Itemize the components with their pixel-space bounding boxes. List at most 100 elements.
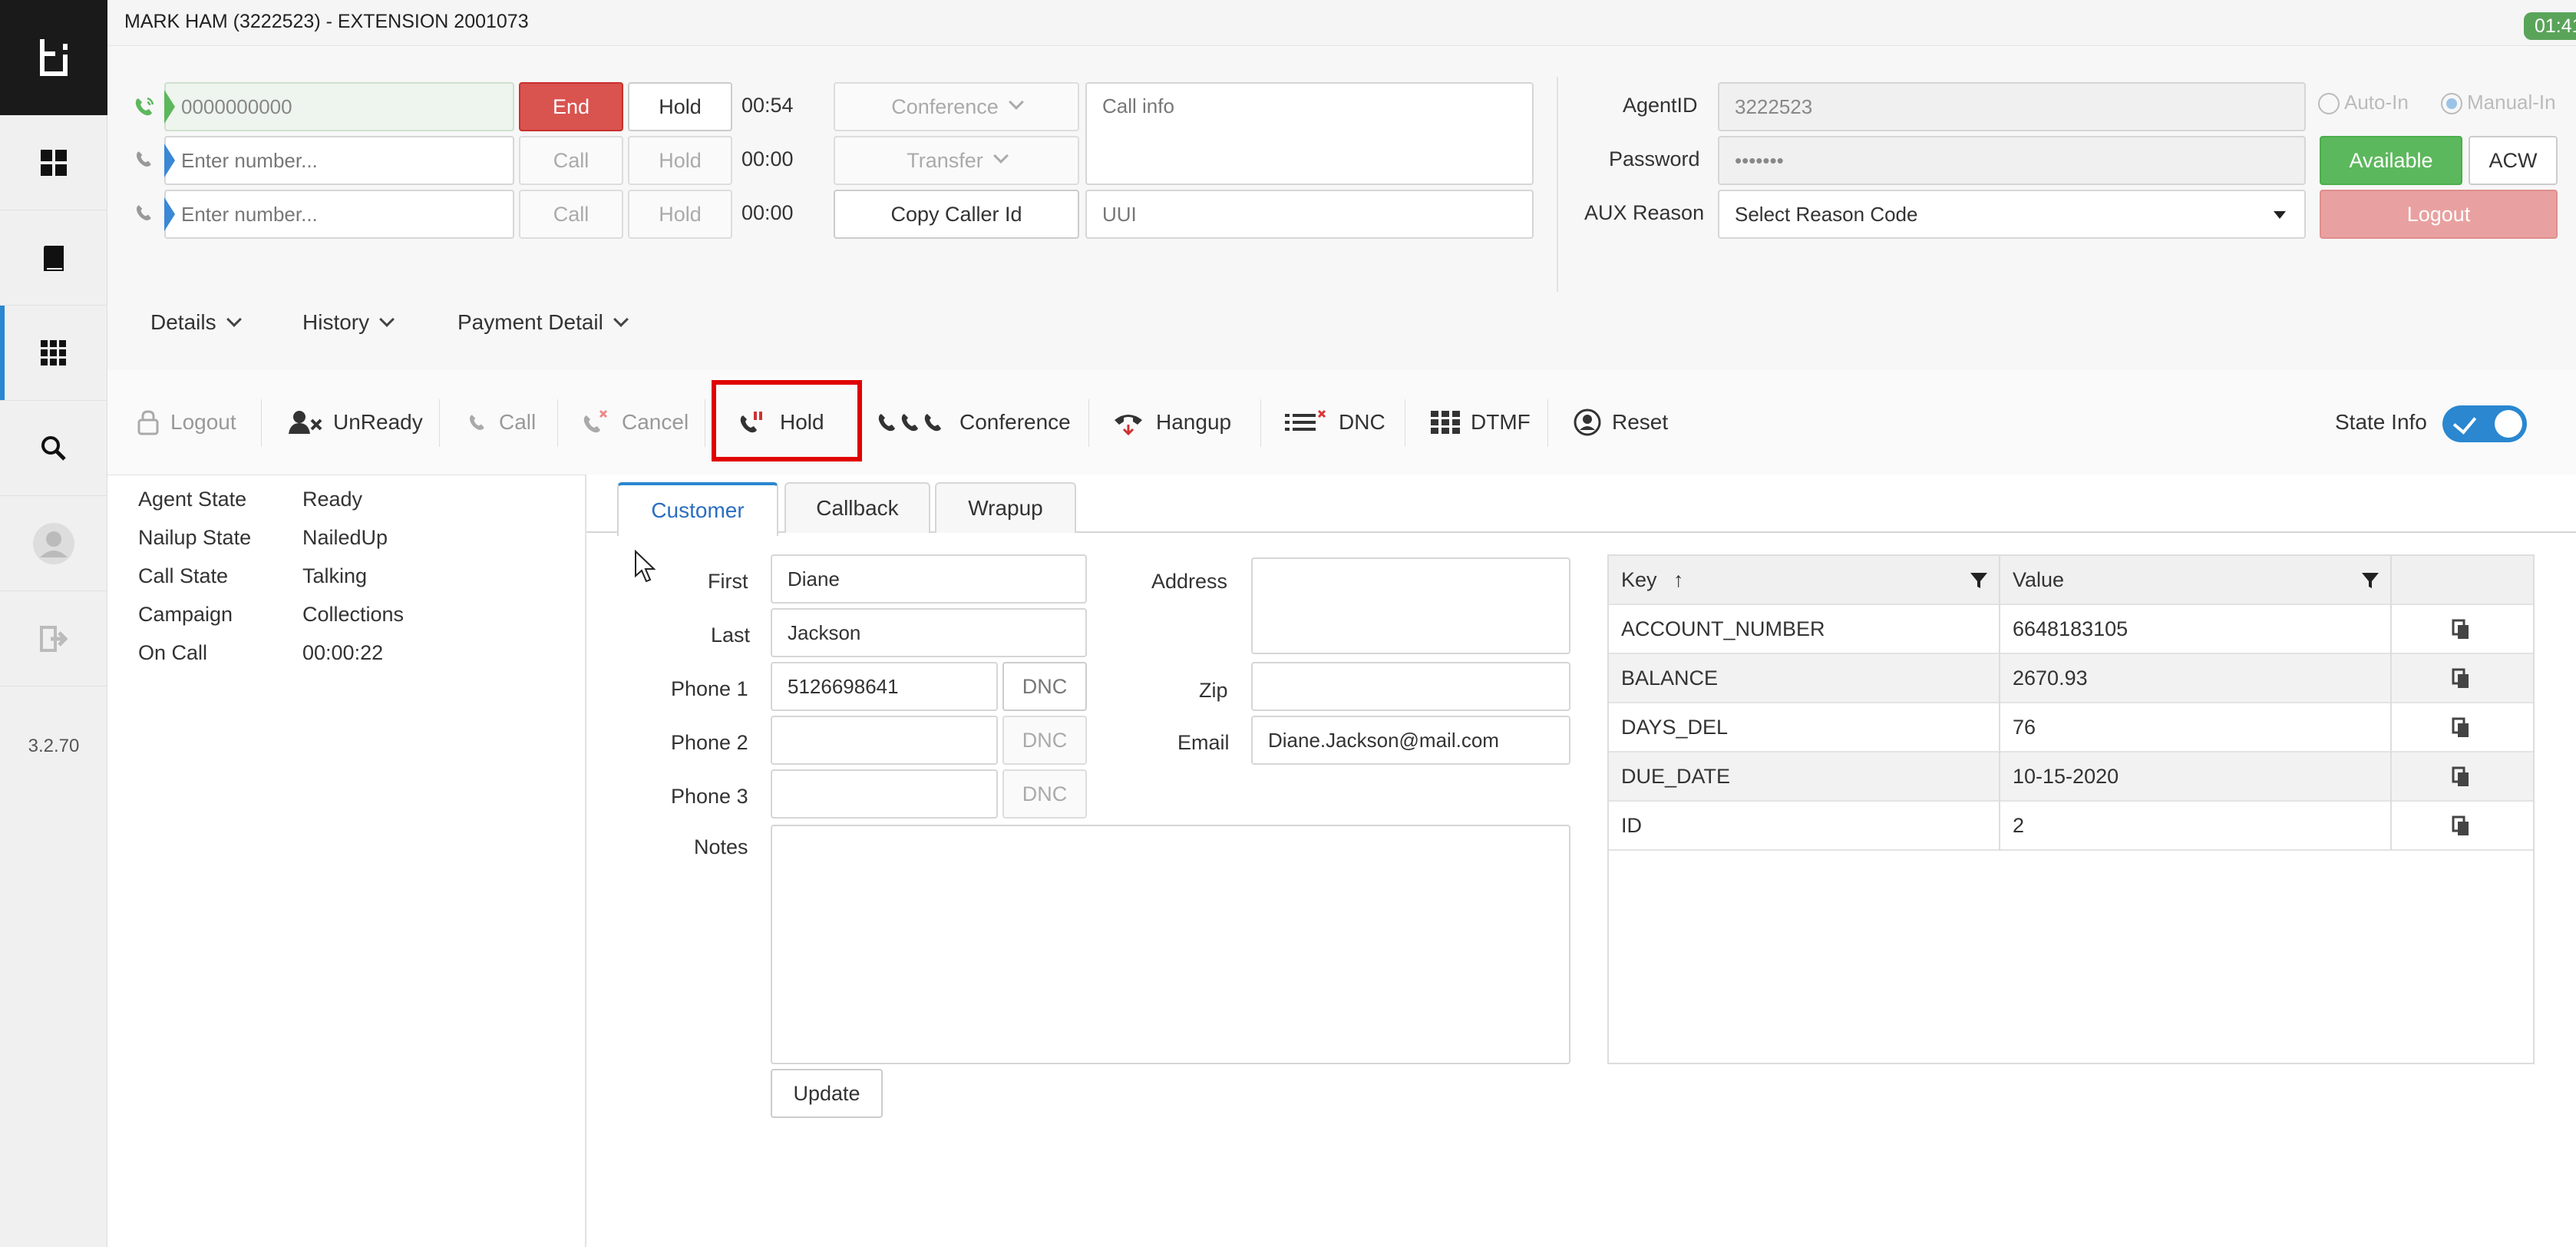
table-row: DUE_DATE 10-15-2020 bbox=[1609, 752, 2533, 802]
line2-number-input[interactable]: Enter number... bbox=[164, 136, 514, 185]
acw-button[interactable]: ACW bbox=[2469, 136, 2558, 185]
phone-icon bbox=[470, 415, 484, 430]
phone2-dnc-button[interactable]: DNC bbox=[1002, 716, 1087, 765]
toolbar-call-button[interactable]: Call bbox=[465, 399, 536, 445]
line3-hold-button[interactable]: Hold bbox=[628, 190, 732, 239]
nav-profile[interactable] bbox=[0, 496, 107, 591]
copy-icon[interactable] bbox=[2452, 717, 2470, 739]
nav-apps[interactable] bbox=[0, 306, 107, 401]
last-name-field[interactable]: Jackson bbox=[771, 608, 1087, 657]
first-name-label: First bbox=[708, 570, 748, 593]
session-timer-badge: 01:41 bbox=[2524, 12, 2576, 40]
password-field[interactable]: ••••••• bbox=[1718, 136, 2306, 185]
tab-callback[interactable]: Callback bbox=[784, 482, 930, 533]
manual-in-radio-circle bbox=[2441, 93, 2462, 115]
address-field[interactable] bbox=[1251, 557, 1570, 654]
call-state-value: Talking bbox=[302, 564, 368, 587]
zip-field[interactable] bbox=[1251, 662, 1570, 711]
toolbar-dtmf-button[interactable]: DTMF bbox=[1431, 399, 1531, 445]
phone-cancel-icon bbox=[583, 409, 608, 433]
tab-customer[interactable]: Customer bbox=[617, 482, 778, 536]
copy-icon[interactable] bbox=[2452, 668, 2470, 690]
agent-state-label: Agent State bbox=[138, 488, 247, 511]
user-x-icon bbox=[289, 411, 322, 434]
phone-icon bbox=[137, 205, 151, 220]
copy-icon[interactable] bbox=[2452, 815, 2470, 837]
grid-column-divider bbox=[1999, 556, 2000, 851]
toolbar-cancel-button[interactable]: Cancel bbox=[580, 399, 689, 445]
check-icon bbox=[2452, 410, 2477, 435]
phone3-field[interactable] bbox=[771, 769, 998, 819]
payment-detail-section-toggle[interactable]: Payment Detail bbox=[457, 310, 629, 335]
key-header-label: Key bbox=[1621, 568, 1657, 591]
end-call-button[interactable]: End bbox=[519, 82, 623, 131]
filter-icon[interactable] bbox=[1970, 571, 1988, 590]
toolbar-cancel-label: Cancel bbox=[622, 410, 689, 434]
copy-icon[interactable] bbox=[2452, 619, 2470, 640]
phone1-field[interactable]: 5126698641 bbox=[771, 662, 998, 711]
history-section-toggle[interactable]: History bbox=[302, 310, 395, 335]
grid-header-row: Key ↑ Value bbox=[1609, 556, 2533, 605]
first-name-field[interactable]: Diane bbox=[771, 554, 1087, 604]
line3-number-input[interactable]: Enter number... bbox=[164, 190, 514, 239]
phone2-field[interactable] bbox=[771, 716, 998, 765]
phone1-dnc-button[interactable]: DNC bbox=[1002, 662, 1087, 711]
toolbar-logout-button[interactable]: Logout bbox=[137, 399, 236, 445]
copy-icon[interactable] bbox=[2452, 766, 2470, 788]
campaign-value: Collections bbox=[302, 603, 405, 626]
aux-reason-select[interactable]: Select Reason Code bbox=[1718, 190, 2306, 239]
conference-phones-icon bbox=[878, 414, 941, 432]
toolbar-dnc-button[interactable]: DNC bbox=[1285, 399, 1385, 445]
available-button[interactable]: Available bbox=[2320, 136, 2462, 185]
tab-wrapup[interactable]: Wrapup bbox=[935, 482, 1076, 533]
uui-field[interactable]: UUI bbox=[1085, 190, 1534, 239]
toolbar-hangup-button[interactable]: Hangup bbox=[1111, 399, 1231, 445]
nav-book[interactable] bbox=[0, 210, 107, 306]
grid-key-cell: BALANCE bbox=[1621, 666, 1719, 690]
details-section-toggle[interactable]: Details bbox=[150, 310, 242, 335]
sidebar: 3.2.70 bbox=[0, 0, 107, 1247]
toolbar-reset-button[interactable]: Reset bbox=[1574, 399, 1668, 445]
grid-key-cell: ID bbox=[1621, 814, 1642, 837]
update-button[interactable]: Update bbox=[771, 1069, 883, 1118]
toolbar-conference-button[interactable]: Conference bbox=[877, 399, 1071, 445]
manual-in-label: Manual-In bbox=[2467, 91, 2556, 114]
grid-key-header[interactable]: Key ↑ bbox=[1609, 556, 1684, 604]
grid-value-cell: 10-15-2020 bbox=[2013, 765, 2119, 788]
toolbar-hangup-label: Hangup bbox=[1156, 410, 1232, 434]
nav-search[interactable] bbox=[0, 401, 107, 496]
line3-call-button[interactable]: Call bbox=[519, 190, 623, 239]
line2-hold-button[interactable]: Hold bbox=[628, 136, 732, 185]
line2-call-button[interactable]: Call bbox=[519, 136, 623, 185]
call-info-field[interactable]: Call info bbox=[1085, 82, 1534, 185]
notes-field[interactable] bbox=[771, 825, 1570, 1064]
transfer-dropdown[interactable]: Transfer bbox=[834, 136, 1079, 185]
conference-dropdown[interactable]: Conference bbox=[834, 82, 1079, 131]
book-icon bbox=[44, 245, 64, 271]
nav-dashboard[interactable] bbox=[0, 115, 107, 210]
agent-id-field[interactable]: 3222523 bbox=[1718, 82, 2306, 131]
phone3-dnc-button[interactable]: DNC bbox=[1002, 769, 1087, 819]
app-logo bbox=[0, 0, 107, 115]
copy-caller-id-button[interactable]: Copy Caller Id bbox=[834, 190, 1079, 239]
grid-value-cell: 6648183105 bbox=[2013, 617, 2129, 640]
filter-icon[interactable] bbox=[2361, 571, 2379, 590]
nav-signout[interactable] bbox=[0, 591, 107, 686]
email-field[interactable]: Diane.Jackson@mail.com bbox=[1251, 716, 1570, 765]
grid-value-cell: 2 bbox=[2013, 814, 2025, 837]
state-info-toggle[interactable] bbox=[2442, 405, 2527, 442]
grid-value-header[interactable]: Value bbox=[2000, 556, 2064, 604]
auto-in-radio[interactable]: Auto-In bbox=[2318, 91, 2409, 115]
details-label: Details bbox=[150, 310, 216, 334]
grid-key-cell: ACCOUNT_NUMBER bbox=[1621, 617, 1825, 640]
phone3-label: Phone 3 bbox=[671, 785, 748, 808]
manual-in-radio[interactable]: Manual-In bbox=[2441, 91, 2556, 115]
agent-logout-button[interactable]: Logout bbox=[2320, 190, 2558, 239]
address-label: Address bbox=[1151, 570, 1228, 593]
line1-number-input[interactable]: 0000000000 bbox=[164, 82, 514, 131]
line1-hold-button[interactable]: Hold bbox=[628, 82, 732, 131]
table-row: DAYS_DEL 76 bbox=[1609, 703, 2533, 752]
toolbar-unready-button[interactable]: UnReady bbox=[289, 399, 423, 445]
nailup-state-label: Nailup State bbox=[138, 526, 252, 549]
toolbar-dtmf-label: DTMF bbox=[1471, 410, 1531, 434]
